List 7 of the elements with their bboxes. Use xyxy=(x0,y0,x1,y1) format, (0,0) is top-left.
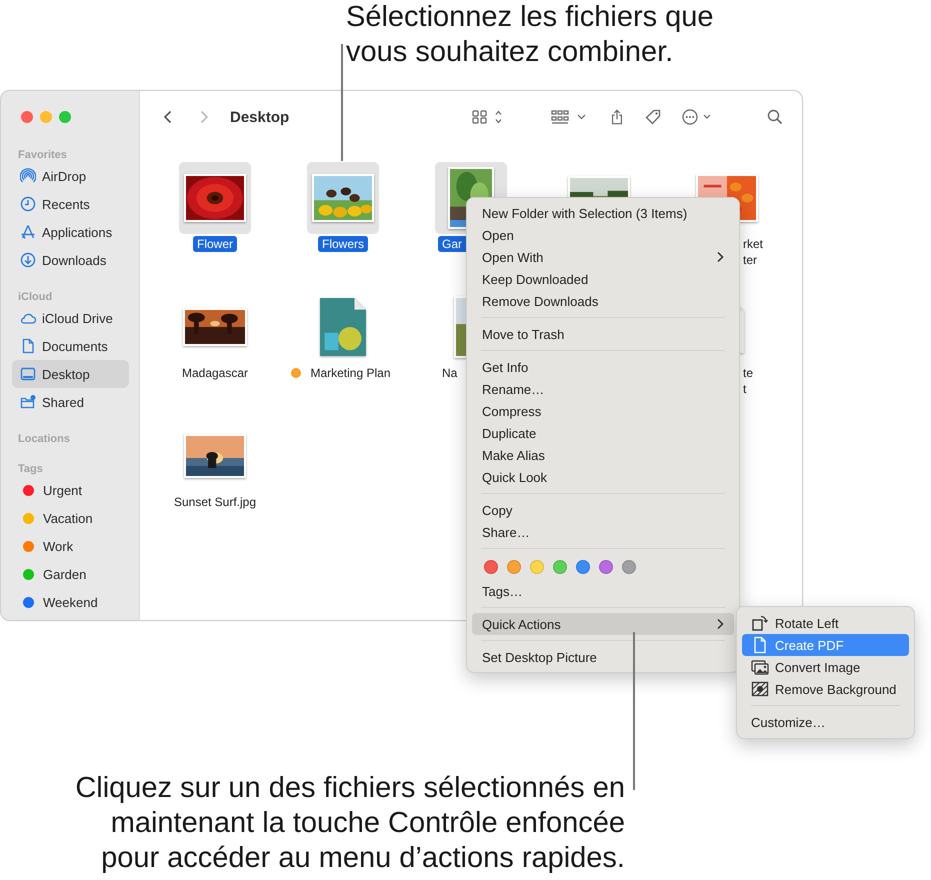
sidebar-section-title: Favorites xyxy=(17,148,68,162)
callout-text: Cliquez sur un des fichiers sélectionnés en maintenant la touche Contrôle enfoncée pour accéder au menu d’actions rapides. xyxy=(74,771,625,876)
sidebar-section-title: Tags xyxy=(17,462,44,476)
window-title: Desktop xyxy=(230,108,290,126)
sidebar-section-title: iCloud xyxy=(17,290,54,304)
sidebar-section-title: Locations xyxy=(17,432,71,446)
callout-text: Sélectionnez les fichiers que vous souhaitez combiner. xyxy=(346,0,715,70)
